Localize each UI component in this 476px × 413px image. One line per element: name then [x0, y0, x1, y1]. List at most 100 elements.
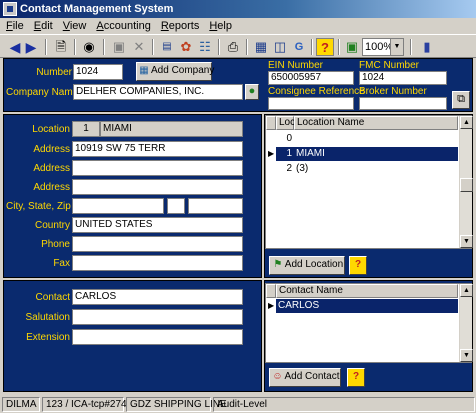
- location-name-column-header[interactable]: Location Name: [294, 116, 458, 130]
- current-row-arrow-icon: ▶: [268, 301, 275, 310]
- company-name-label: Company Name: [6, 87, 79, 98]
- scroll-down-icon[interactable]: ▼: [460, 349, 473, 362]
- contact-name-column-header[interactable]: Contact Name: [276, 284, 458, 298]
- salutation-label: Salutation: [25, 312, 70, 323]
- extension-label: Extension: [26, 332, 70, 343]
- location-label: Location: [32, 124, 70, 135]
- location-number-field: 1: [72, 121, 100, 137]
- fax-label: Fax: [53, 258, 70, 269]
- menu-bar: File Edit View Accounting Reports Help: [0, 18, 476, 34]
- add-person-icon: ☺: [272, 371, 283, 382]
- row-selector-header: [266, 116, 276, 130]
- country-label: Country: [34, 220, 70, 231]
- scroll-thumb[interactable]: [460, 178, 473, 192]
- documents-icon[interactable]: ⧉: [452, 91, 470, 109]
- state-field[interactable]: [167, 198, 185, 214]
- lookup-key-icon[interactable]: ●: [245, 84, 259, 100]
- delete-x-icon[interactable]: ✕: [130, 38, 148, 56]
- address-label-1: Address: [33, 144, 70, 155]
- printer-icon[interactable]: ⎙: [224, 38, 242, 56]
- address-label-3: Address: [33, 182, 70, 193]
- exit-door-icon[interactable]: ▮: [418, 38, 436, 56]
- location-grid: Loc Location Name 0 ▶ 1 MIAMI 2 (3) ▲ ▼: [265, 115, 473, 249]
- status-audit-level: Audit-Level: [213, 397, 475, 412]
- menu-view[interactable]: View: [59, 18, 91, 34]
- save-icon[interactable]: ▣: [110, 38, 128, 56]
- loc-column-header[interactable]: Loc: [276, 116, 295, 130]
- phone-field[interactable]: [72, 236, 243, 252]
- scroll-down-icon[interactable]: ▼: [460, 235, 473, 248]
- grid-view-icon[interactable]: ▦: [252, 38, 270, 56]
- broker-label: Broker Number: [359, 86, 427, 97]
- fmc-label: FMC Number: [359, 60, 420, 71]
- zoom-value: 100%: [365, 41, 394, 53]
- title-bar: Contact Management System: [0, 0, 476, 18]
- broker-field[interactable]: [359, 97, 447, 110]
- help-icon[interactable]: ?: [316, 38, 334, 56]
- country-field[interactable]: UNITED STATES: [72, 217, 243, 233]
- ein-field[interactable]: 650005957: [268, 71, 354, 85]
- status-user: DILMA: [2, 397, 40, 412]
- zoom-select[interactable]: 100% ▼: [362, 38, 404, 56]
- location-help-button[interactable]: ?: [349, 256, 367, 275]
- scroll-up-icon[interactable]: ▲: [460, 284, 473, 297]
- chevron-down-icon[interactable]: ▼: [390, 39, 403, 55]
- menu-edit[interactable]: Edit: [30, 18, 57, 34]
- window-title: Contact Management System: [20, 3, 174, 15]
- clipboard-icon[interactable]: ☷: [196, 38, 214, 56]
- zip-field[interactable]: [188, 198, 243, 214]
- fmc-field[interactable]: 1024: [359, 71, 447, 85]
- contact-field[interactable]: CARLOS: [72, 289, 243, 305]
- extension-field[interactable]: [72, 329, 243, 345]
- fax-field[interactable]: [72, 255, 243, 271]
- contact-grid-scrollbar[interactable]: ▲ ▼: [459, 284, 473, 362]
- status-session: 123 / ICA-tcp#274: [42, 397, 127, 412]
- loc-cell-selected[interactable]: 1: [276, 147, 294, 161]
- add-contact-button[interactable]: ☺ Add Contact: [269, 368, 341, 387]
- location-name-cell[interactable]: (3): [294, 162, 458, 176]
- contact-label: Contact: [35, 292, 70, 303]
- company-name-field[interactable]: DELHER COMPANIES, INC.: [73, 84, 243, 100]
- palette-icon[interactable]: ✿: [177, 38, 195, 56]
- city-field[interactable]: [72, 198, 164, 214]
- location-form-panel: Location 1 MIAMI Address 10919 SW 75 TER…: [3, 114, 262, 278]
- address-line-2-field[interactable]: [72, 160, 243, 176]
- location-name-field: MIAMI: [100, 121, 243, 137]
- loc-cell[interactable]: 2: [276, 162, 294, 176]
- row-selector-header: [266, 284, 276, 298]
- ein-label: EIN Number: [268, 60, 324, 71]
- loc-cell[interactable]: 0: [276, 132, 294, 146]
- address-line-3-field[interactable]: [72, 179, 243, 195]
- contact-grid: Contact Name ▶ CARLOS ▲ ▼: [265, 283, 473, 363]
- contact-form-panel: Contact CARLOS Salutation Extension: [3, 280, 262, 392]
- location-pin-icon: ⚑: [273, 259, 283, 270]
- location-grid-scrollbar[interactable]: ▲ ▼: [459, 116, 473, 248]
- menu-reports[interactable]: Reports: [157, 18, 204, 34]
- add-company-button[interactable]: ▦ Add Company: [136, 62, 214, 81]
- id-card-icon[interactable]: ▤: [158, 38, 176, 56]
- city-state-zip-label: City, State, Zip: [6, 201, 71, 212]
- toolbar: ◀ ▶ 🗎 ◉ ▣ ✕ ▤ ✿ ☷ ⎙ ▦ ◫ G ? ▣ 100% ▼ ▮: [0, 34, 476, 58]
- fit-page-icon[interactable]: ▣: [343, 38, 361, 56]
- address-line-1-field[interactable]: 10919 SW 75 TERR: [72, 141, 243, 157]
- location-grid-panel: Loc Location Name 0 ▶ 1 MIAMI 2 (3) ▲ ▼ …: [264, 114, 473, 278]
- location-name-cell-selected[interactable]: MIAMI: [294, 147, 458, 161]
- menu-help[interactable]: Help: [205, 18, 236, 34]
- company-number-field[interactable]: 1024: [73, 64, 123, 80]
- find-binoculars-icon[interactable]: ◉: [80, 38, 98, 56]
- menu-file[interactable]: File: [2, 18, 28, 34]
- new-document-icon[interactable]: 🗎: [52, 38, 70, 56]
- status-bar: DILMA 123 / ICA-tcp#274 GDZ SHIPPING LIN…: [0, 395, 476, 413]
- menu-accounting[interactable]: Accounting: [92, 18, 154, 34]
- google-icon[interactable]: G: [290, 38, 308, 56]
- add-location-button[interactable]: ⚑ Add Location: [269, 256, 345, 275]
- salutation-field[interactable]: [72, 309, 243, 325]
- company-panel: Number 1024 ▦ Add Company Company Name DE…: [3, 58, 473, 112]
- forward-arrow-icon[interactable]: ▶: [22, 38, 40, 56]
- phone-label: Phone: [41, 239, 70, 250]
- contact-name-cell-selected[interactable]: CARLOS: [276, 299, 458, 313]
- contact-help-button[interactable]: ?: [347, 368, 365, 387]
- calculator-icon[interactable]: ◫: [271, 38, 289, 56]
- scroll-up-icon[interactable]: ▲: [460, 116, 473, 129]
- consignee-field[interactable]: [268, 97, 354, 110]
